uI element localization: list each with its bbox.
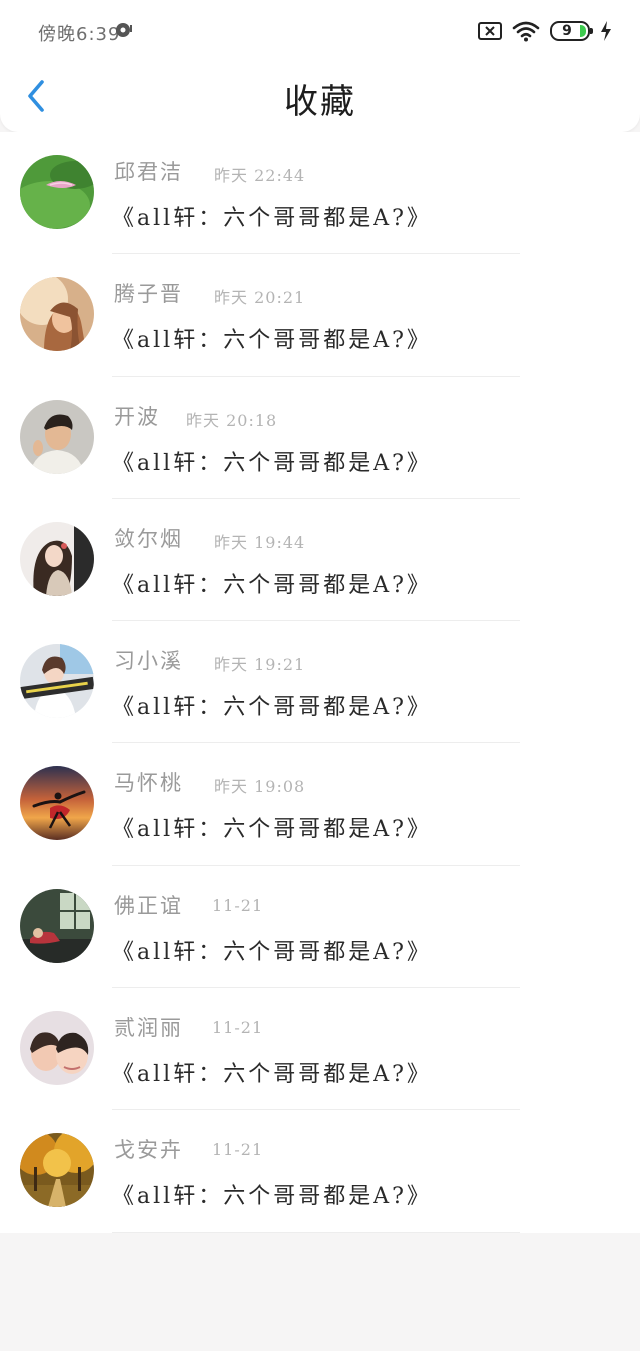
favorites-list: 邱君洁 昨天 22:44 《all轩：六个哥哥都是A?》 腾子晋 昨天 20:2… [0,132,640,1233]
favorite-time: 昨天 19:21 [214,655,306,675]
favorite-item[interactable]: 腾子晋 昨天 20:21 《all轩：六个哥哥都是A?》 [0,254,640,377]
young-man-avatar [20,399,94,474]
favorite-item[interactable]: 开波 昨天 20:18 《all轩：六个哥哥都是A?》 [0,377,640,499]
status-bar: 傍晚6:39 9 [0,0,640,62]
favorite-author: 佛正谊 [114,893,183,918]
lotus-leaf-avatar [20,155,94,229]
battery-indicator: 9 [550,21,593,41]
favorite-author: 腾子晋 [114,282,183,307]
favorite-title: 《all轩：六个哥哥都是A?》 [112,572,432,598]
battery-level: 9 [562,23,572,39]
favorite-author: 敛尔烟 [114,526,183,551]
favorite-title: 《all轩：六个哥哥都是A?》 [112,939,432,965]
favorite-item[interactable]: 敛尔烟 昨天 19:44 《all轩：六个哥哥都是A?》 [0,499,640,622]
notification-dot-icon [116,23,132,37]
favorite-author: 邱君洁 [114,160,183,184]
favorite-title: 《all轩：六个哥哥都是A?》 [112,695,432,721]
status-icons: 9 [478,18,612,44]
autumn-trees-avatar [20,1133,94,1208]
favorite-title: 《all轩：六个哥哥都是A?》 [112,450,432,476]
favorite-time: 11-21 [212,1018,264,1038]
battery-fill [580,25,586,37]
girl-caption-avatar [20,644,94,719]
divider [112,1231,520,1233]
favorite-time: 11-21 [212,895,264,915]
favorite-title: 《all轩：六个哥哥都是A?》 [112,328,432,354]
favorite-time: 11-21 [212,1140,264,1160]
favorite-item[interactable]: 邱君洁 昨天 22:44 《all轩：六个哥哥都是A?》 [0,132,640,255]
nav-bar: 收藏 [0,62,640,132]
wifi-icon [512,21,540,42]
favorite-item[interactable]: 贰润丽 11-21 《all轩：六个哥哥都是A?》 [0,988,640,1111]
favorite-title: 《all轩：六个哥哥都是A?》 [112,206,432,231]
favorite-title: 《all轩：六个哥哥都是A?》 [112,817,432,843]
room-window-avatar [20,888,94,963]
dancer-sunset-avatar [20,766,94,841]
favorite-item[interactable]: 戈安卉 11-21 《all轩：六个哥哥都是A?》 [0,1110,640,1233]
favorite-item[interactable]: 习小溪 昨天 19:21 《all轩：六个哥哥都是A?》 [0,621,640,744]
no-sim-icon [478,22,502,40]
favorite-author: 开波 [114,404,160,429]
favorite-time: 昨天 22:44 [214,166,306,185]
girl-sunlight-avatar [20,277,94,352]
favorite-time: 昨天 19:08 [214,777,306,797]
favorite-author: 习小溪 [114,649,183,674]
favorite-time: 昨天 20:18 [186,410,278,430]
favorite-time: 昨天 20:21 [214,288,306,308]
girl-long-hair-avatar [20,521,94,596]
top-header: 傍晚6:39 9 收藏 [0,0,640,132]
charging-icon [601,21,611,41]
favorite-time: 昨天 19:44 [214,532,306,552]
children-faces-avatar [20,1011,94,1086]
favorite-author: 贰润丽 [114,1016,183,1041]
page-title: 收藏 [284,82,356,122]
favorite-author: 马怀桃 [114,771,183,796]
favorite-item[interactable]: 佛正谊 11-21 《all轩：六个哥哥都是A?》 [0,866,640,989]
favorite-item[interactable]: 马怀桃 昨天 19:08 《all轩：六个哥哥都是A?》 [0,743,640,866]
favorite-author: 戈安卉 [114,1138,183,1163]
status-time: 傍晚6:39 [38,24,121,45]
favorite-title: 《all轩：六个哥哥都是A?》 [112,1184,432,1210]
favorite-title: 《all轩：六个哥哥都是A?》 [112,1062,432,1088]
